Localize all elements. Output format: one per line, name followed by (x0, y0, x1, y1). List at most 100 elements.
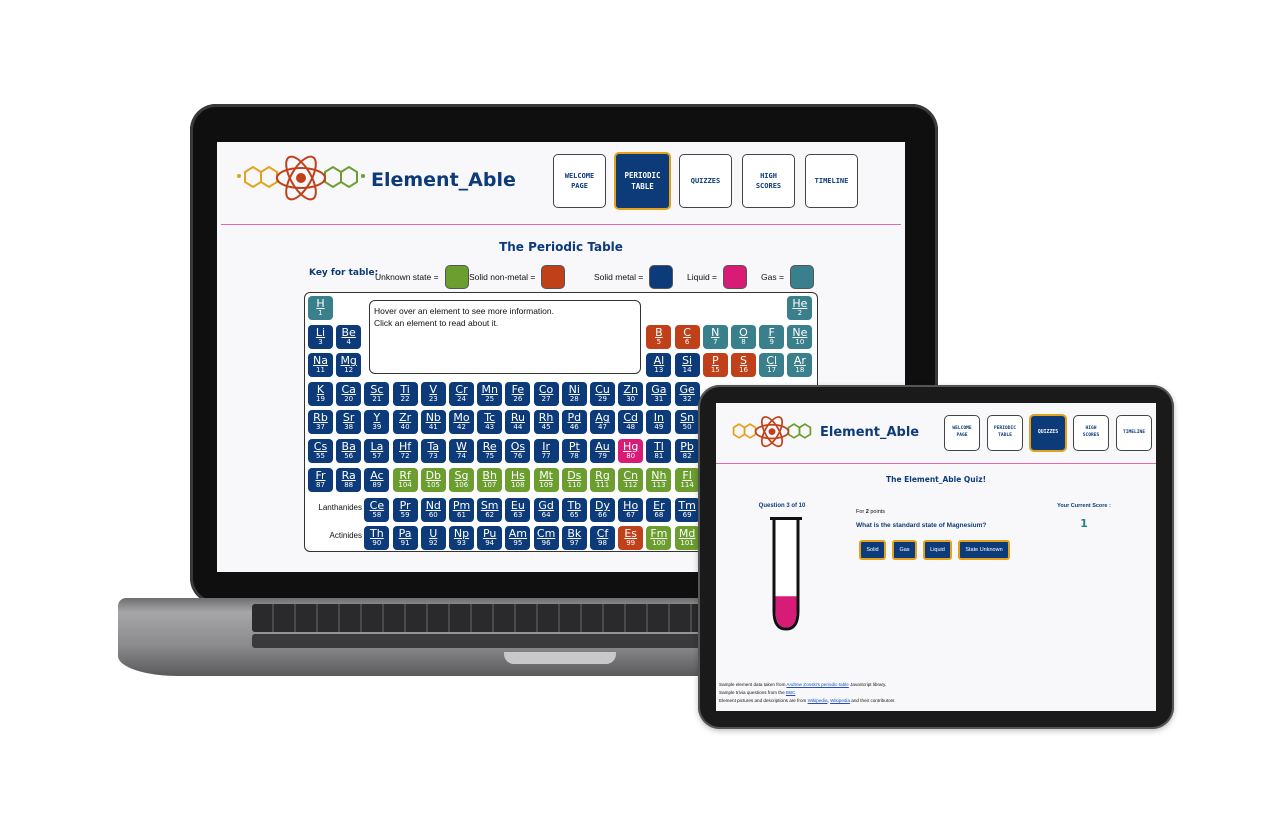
answer-state-unknown-button[interactable]: State Unknown (958, 540, 1010, 560)
nav-quizzes[interactable]: QUIZZES (1029, 414, 1067, 452)
element-cell-pa[interactable]: Pa 91 (392, 526, 418, 551)
element-cell-es[interactable]: Es 99 (618, 526, 644, 551)
element-cell-ti[interactable]: Ti 22 (392, 381, 418, 406)
element-cell-rf[interactable]: Rf 104 (392, 467, 418, 492)
element-cell-li[interactable]: Li 3 (308, 324, 333, 349)
element-cell-na[interactable]: Na 11 (308, 353, 333, 378)
element-cell-co[interactable]: Co 27 (533, 381, 559, 406)
element-cell-cs[interactable]: Cs 55 (308, 439, 333, 463)
element-cell-pr[interactable]: Pr 59 (392, 498, 418, 523)
element-cell-nd[interactable]: Nd 60 (420, 498, 446, 523)
element-cell-th[interactable]: Th 90 (364, 526, 390, 551)
element-cell-al[interactable]: Al 13 (646, 353, 672, 378)
element-cell-nh[interactable]: Nh 113 (646, 467, 672, 492)
element-cell-cr[interactable]: Cr 24 (449, 381, 474, 406)
nav-quizzes[interactable]: QUIZZES (679, 154, 732, 208)
element-cell-ru[interactable]: Ru 44 (505, 410, 531, 435)
element-cell-zr[interactable]: Zr 40 (392, 410, 418, 435)
element-cell-cm[interactable]: Cm 96 (533, 526, 559, 551)
element-cell-sc[interactable]: Sc 21 (364, 381, 390, 406)
element-cell-cl[interactable]: Cl 17 (759, 353, 785, 378)
element-cell-zn[interactable]: Zn 30 (618, 381, 644, 406)
element-cell-fl[interactable]: Fl 114 (674, 467, 700, 492)
footer-2-link[interactable]: BBC (786, 690, 795, 695)
element-cell-h[interactable]: H1 (308, 296, 333, 320)
element-cell-in[interactable]: In 49 (646, 410, 672, 435)
element-cell-eu[interactable]: Eu 63 (505, 498, 531, 523)
element-cell-fm[interactable]: Fm 100 (646, 526, 672, 551)
element-cell-ga[interactable]: Ga 31 (646, 381, 672, 406)
element-cell-ta[interactable]: Ta 73 (420, 439, 446, 463)
element-cell-k[interactable]: K 19 (308, 381, 333, 406)
element-cell-er[interactable]: Er 68 (646, 498, 672, 523)
element-cell-mo[interactable]: Mo 42 (449, 410, 474, 435)
element-cell-ds[interactable]: Ds 110 (561, 467, 587, 492)
element-cell-ba[interactable]: Ba 56 (336, 439, 362, 463)
footer-1-link[interactable]: Andrew Zonski's periodic-table (786, 682, 848, 687)
answer-liquid-button[interactable]: Liquid (923, 540, 952, 560)
element-cell-w[interactable]: W 74 (449, 439, 474, 463)
nav-timeline[interactable]: TIMELINE (805, 154, 858, 208)
element-cell-cn[interactable]: Cn 112 (618, 467, 644, 492)
answer-solid-button[interactable]: Solid (859, 540, 886, 560)
element-cell-mt[interactable]: Mt 109 (533, 467, 559, 492)
element-cell-os[interactable]: Os 76 (505, 439, 531, 463)
element-cell-tm[interactable]: Tm 69 (674, 498, 700, 523)
element-cell-be[interactable]: Be 4 (336, 324, 362, 349)
element-cell-fe[interactable]: Fe 26 (505, 381, 531, 406)
answer-gas-button[interactable]: Gas (892, 540, 917, 560)
nav-welcome-page[interactable]: WELCOME PAGE (553, 154, 606, 208)
element-cell-b[interactable]: B5 (646, 324, 672, 349)
nav-high-scores[interactable]: HIGH SCORES (742, 154, 795, 208)
element-cell-f[interactable]: F9 (759, 324, 785, 349)
element-cell-nb[interactable]: Nb 41 (420, 410, 446, 435)
element-cell-au[interactable]: Au 79 (590, 439, 615, 463)
element-cell-cd[interactable]: Cd 48 (618, 410, 644, 435)
element-cell-ir[interactable]: Ir 77 (533, 439, 559, 463)
element-cell-ra[interactable]: Ra 88 (336, 467, 362, 492)
element-cell-hs[interactable]: Hs 108 (505, 467, 531, 492)
element-cell-pb[interactable]: Pb 82 (674, 439, 700, 463)
footer-3-link-1[interactable]: Wikipedia (808, 698, 828, 703)
element-cell-np[interactable]: Np 93 (449, 526, 474, 551)
element-cell-am[interactable]: Am 95 (505, 526, 531, 551)
element-cell-sg[interactable]: Sg 106 (449, 467, 474, 492)
element-cell-bh[interactable]: Bh 107 (477, 467, 503, 492)
element-cell-ni[interactable]: Ni 28 (561, 381, 587, 406)
element-cell-sm[interactable]: Sm 62 (477, 498, 503, 523)
element-cell-mg[interactable]: Mg 12 (336, 353, 362, 378)
element-cell-pt[interactable]: Pt 78 (561, 439, 587, 463)
element-cell-ar[interactable]: Ar 18 (787, 353, 813, 378)
element-cell-n[interactable]: N7 (702, 324, 728, 349)
element-cell-c[interactable]: C6 (674, 324, 700, 349)
element-cell-rh[interactable]: Rh 45 (533, 410, 559, 435)
element-cell-tl[interactable]: Tl 81 (646, 439, 672, 463)
element-cell-si[interactable]: Si 14 (674, 353, 700, 378)
element-cell-ce[interactable]: Ce 58 (364, 498, 390, 523)
nav-periodic-table[interactable]: PERIODIC TABLE (987, 415, 1023, 451)
element-cell-ac[interactable]: Ac 89 (364, 467, 390, 492)
element-cell-la[interactable]: La 57 (364, 439, 390, 463)
element-cell-hg[interactable]: Hg 80 (618, 439, 644, 463)
element-cell-sn[interactable]: Sn 50 (674, 410, 700, 435)
nav-periodic-table[interactable]: PERIODIC TABLE (614, 152, 671, 210)
element-cell-bk[interactable]: Bk 97 (561, 526, 587, 551)
element-cell-ag[interactable]: Ag 47 (590, 410, 615, 435)
element-cell-gd[interactable]: Gd 64 (533, 498, 559, 523)
element-cell-tc[interactable]: Tc 43 (477, 410, 503, 435)
element-cell-s[interactable]: S 16 (731, 353, 756, 378)
element-cell-rg[interactable]: Rg 111 (590, 467, 615, 492)
nav-welcome-page[interactable]: WELCOME PAGE (944, 415, 980, 451)
element-cell-he[interactable]: He 2 (787, 296, 813, 320)
element-cell-sr[interactable]: Sr 38 (336, 410, 362, 435)
element-cell-ne[interactable]: Ne 10 (787, 324, 813, 349)
element-cell-rb[interactable]: Rb 37 (308, 410, 333, 435)
element-cell-pu[interactable]: Pu 94 (477, 526, 503, 551)
element-cell-dy[interactable]: Dy 66 (590, 498, 615, 523)
element-cell-v[interactable]: V 23 (420, 381, 446, 406)
element-cell-cf[interactable]: Cf 98 (590, 526, 615, 551)
footer-3-link-2[interactable]: Wikipedia (830, 698, 850, 703)
element-cell-hf[interactable]: Hf 72 (392, 439, 418, 463)
nav-high-scores[interactable]: HIGH SCORES (1073, 415, 1109, 451)
element-cell-db[interactable]: Db 105 (420, 467, 446, 492)
